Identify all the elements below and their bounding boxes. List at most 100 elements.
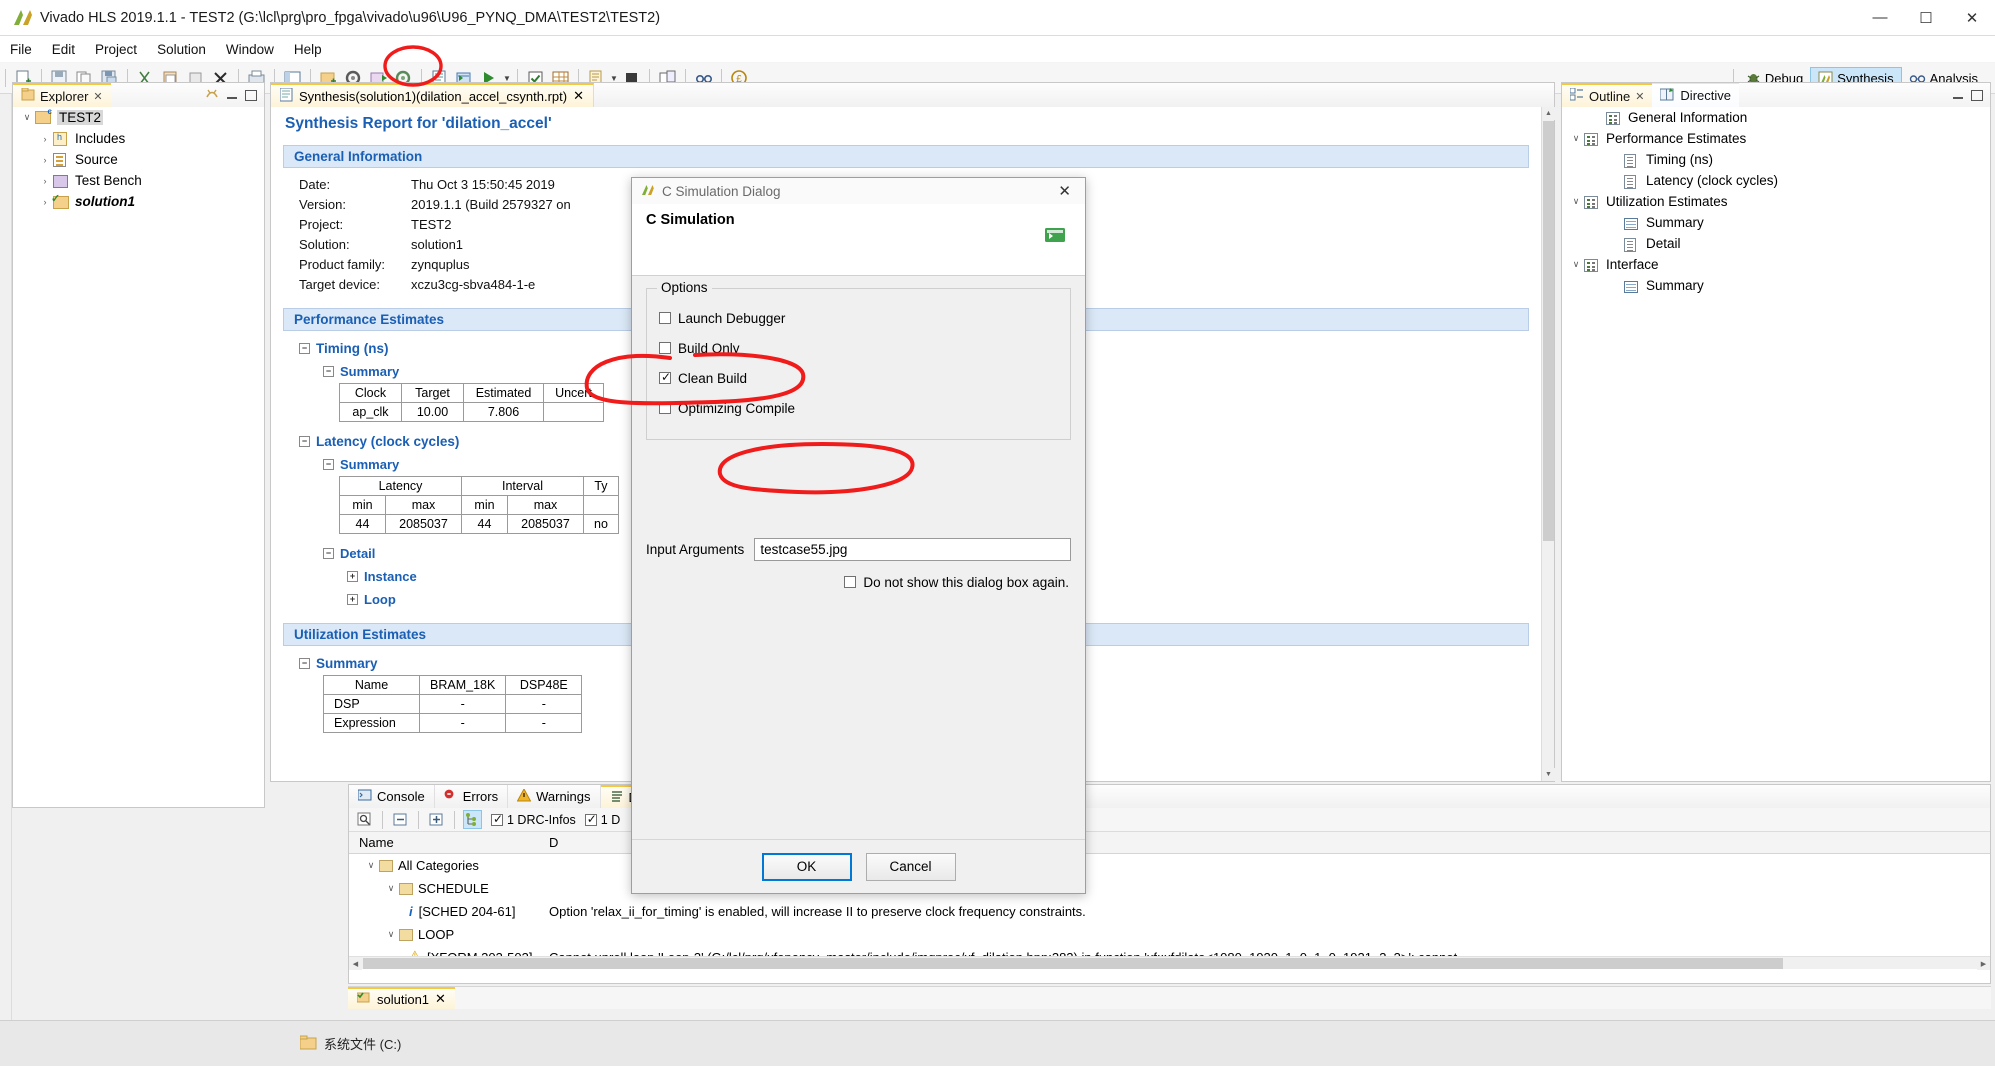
- tree-item-test2[interactable]: ∨ TEST2: [13, 107, 264, 128]
- chevron-down-icon[interactable]: ∨: [1568, 196, 1584, 207]
- outline-tree[interactable]: General Information ∨ Performance Estima…: [1562, 107, 1990, 781]
- scrollbar-thumb[interactable]: [1543, 121, 1554, 541]
- outline-item-detail[interactable]: Detail: [1562, 233, 1990, 254]
- group-by-icon[interactable]: [463, 810, 482, 829]
- expand-icon[interactable]: +: [347, 571, 358, 582]
- collapse-icon[interactable]: −: [299, 658, 310, 669]
- cancel-button[interactable]: Cancel: [865, 852, 956, 881]
- chevron-right-icon[interactable]: ›: [37, 134, 53, 144]
- outline-item-timing[interactable]: Timing (ns): [1562, 149, 1990, 170]
- outline-item-general-information[interactable]: General Information: [1562, 107, 1990, 128]
- option-optimizing-compile[interactable]: Optimizing Compile: [659, 393, 1058, 423]
- outline-item-interface-summary[interactable]: Summary: [1562, 275, 1990, 296]
- expand-icon[interactable]: +: [347, 594, 358, 605]
- chevron-right-icon[interactable]: ›: [37, 155, 53, 165]
- checkbox-icon[interactable]: [844, 576, 857, 588]
- tree-item-solution1[interactable]: › solution1: [13, 191, 264, 212]
- chevron-down-icon[interactable]: ∨: [363, 860, 379, 871]
- table-row[interactable]: i [SCHED 204-61] Option 'relax_ii_for_ti…: [349, 900, 1990, 923]
- chevron-down-icon[interactable]: ∨: [1568, 133, 1584, 144]
- tab-outline[interactable]: Outline ✕: [1562, 83, 1653, 107]
- table-row[interactable]: ∨ SCHEDULE: [349, 877, 1990, 900]
- tab-console[interactable]: Console: [349, 785, 435, 808]
- input-arguments-input[interactable]: testcase55.jpg: [754, 538, 1071, 561]
- scrollbar-thumb[interactable]: [363, 958, 1783, 969]
- tab-errors[interactable]: Errors: [435, 785, 509, 808]
- dialog-close-icon[interactable]: ✕: [1052, 182, 1077, 200]
- maximize-icon[interactable]: [245, 89, 257, 101]
- chevron-down-icon[interactable]: ∨: [383, 883, 399, 894]
- scroll-left-arrow-icon[interactable]: ◀: [349, 957, 362, 970]
- tab-solution1-close-icon[interactable]: ✕: [435, 991, 446, 1007]
- maximize-button[interactable]: ☐: [1903, 0, 1949, 36]
- expand-all-icon[interactable]: [427, 810, 446, 829]
- checkbox-icon[interactable]: [659, 370, 671, 384]
- do-not-show-again-row[interactable]: Do not show this dialog box again.: [646, 567, 1071, 597]
- table-icon: [1624, 278, 1642, 294]
- tab-solution1[interactable]: solution1 ✕: [348, 987, 455, 1009]
- checkbox-icon[interactable]: [584, 812, 597, 826]
- tab-warnings[interactable]: Warnings: [508, 785, 601, 808]
- collapse-icon[interactable]: −: [323, 366, 334, 377]
- chevron-down-icon[interactable]: ∨: [1568, 259, 1584, 270]
- collapse-icon[interactable]: −: [323, 548, 334, 559]
- link-with-editor-icon[interactable]: [205, 87, 219, 103]
- tree-item-includes[interactable]: › Includes: [13, 128, 264, 149]
- menu-help[interactable]: Help: [284, 39, 332, 60]
- collapse-all-icon[interactable]: [391, 810, 410, 829]
- outline-item-utilization-estimates[interactable]: ∨ Utilization Estimates: [1562, 191, 1990, 212]
- tab-explorer[interactable]: Explorer ✕: [13, 83, 111, 107]
- chevron-down-icon[interactable]: ∨: [383, 929, 399, 940]
- collapse-icon[interactable]: −: [299, 343, 310, 354]
- tab-synthesis-report-close-icon[interactable]: ✕: [573, 88, 584, 104]
- drc-row-name: [SCHED 204-61]: [418, 904, 516, 919]
- collapse-icon[interactable]: −: [323, 459, 334, 470]
- chevron-down-icon[interactable]: ∨: [19, 112, 35, 123]
- filter-drc-infos[interactable]: 1 DRC-Infos: [491, 812, 576, 827]
- option-optimizing-compile-label: Optimizing Compile: [678, 400, 796, 416]
- maximize-icon[interactable]: [1971, 89, 1983, 101]
- outline-item-latency[interactable]: Latency (clock cycles): [1562, 170, 1990, 191]
- search-icon[interactable]: [355, 810, 374, 829]
- tab-outline-close-icon[interactable]: ✕: [1635, 90, 1644, 103]
- menu-solution[interactable]: Solution: [147, 39, 216, 60]
- option-launch-debugger[interactable]: Launch Debugger: [659, 303, 1058, 333]
- outline-item-interface[interactable]: ∨ Interface: [1562, 254, 1990, 275]
- checkbox-icon[interactable]: [659, 312, 671, 324]
- menu-window[interactable]: Window: [216, 39, 284, 60]
- scroll-up-arrow-icon[interactable]: ▲: [1542, 107, 1555, 120]
- menu-project[interactable]: Project: [85, 39, 147, 60]
- checkbox-icon[interactable]: [659, 402, 671, 414]
- tab-synthesis-report[interactable]: Synthesis(solution1)(dilation_accel_csyn…: [271, 83, 594, 107]
- tree-item-test-bench-label: Test Bench: [75, 173, 142, 188]
- table-row[interactable]: ∨ All Categories: [349, 854, 1990, 877]
- table-row[interactable]: ∨ LOOP: [349, 923, 1990, 946]
- taskbar-item[interactable]: 系统文件 (C:): [299, 1034, 401, 1053]
- scroll-right-arrow-icon[interactable]: ▶: [1977, 957, 1990, 970]
- tab-explorer-close-icon[interactable]: ✕: [93, 90, 102, 103]
- checkbox-icon[interactable]: [491, 812, 503, 826]
- collapse-icon[interactable]: −: [299, 436, 310, 447]
- scroll-down-arrow-icon[interactable]: ▼: [1542, 768, 1555, 781]
- option-build-only[interactable]: Build Only: [659, 333, 1058, 363]
- drc-horizontal-scrollbar[interactable]: ◀ ▶: [349, 956, 1990, 970]
- minimize-button[interactable]: —: [1857, 0, 1903, 36]
- close-button[interactable]: ✕: [1949, 0, 1995, 36]
- chevron-right-icon[interactable]: ›: [37, 176, 53, 186]
- minimize-icon[interactable]: [226, 90, 238, 101]
- outline-item-performance-estimates[interactable]: ∨ Performance Estimates: [1562, 128, 1990, 149]
- minimize-icon[interactable]: [1952, 90, 1964, 101]
- checkbox-icon[interactable]: [659, 342, 671, 354]
- menu-edit[interactable]: Edit: [42, 39, 85, 60]
- filter-drc-warnings[interactable]: 1 D: [584, 812, 620, 827]
- tree-item-source[interactable]: › Source: [13, 149, 264, 170]
- editor-vertical-scrollbar[interactable]: ▲ ▼: [1541, 107, 1555, 781]
- menu-file[interactable]: File: [0, 39, 42, 60]
- drc-icon: [610, 790, 624, 806]
- explorer-tree[interactable]: ∨ TEST2 › Includes › Source › Test Bench…: [13, 107, 264, 807]
- tree-item-test-bench[interactable]: › Test Bench: [13, 170, 264, 191]
- ok-button[interactable]: OK: [761, 852, 852, 881]
- outline-item-utilization-summary[interactable]: Summary: [1562, 212, 1990, 233]
- tab-directive[interactable]: Directive: [1652, 83, 1739, 107]
- option-clean-build[interactable]: Clean Build: [659, 363, 1058, 393]
